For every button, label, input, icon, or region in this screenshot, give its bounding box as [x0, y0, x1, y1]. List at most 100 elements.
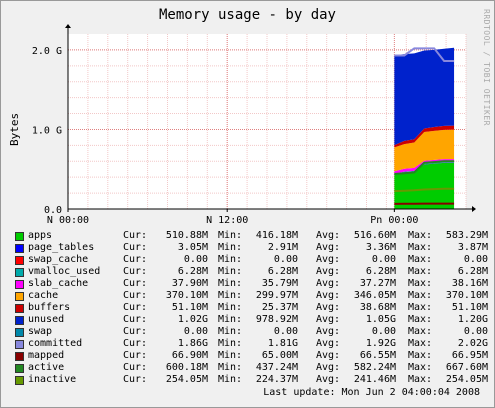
cur-value: 1.02G: [177, 314, 208, 325]
avg-value: 241.46M: [353, 374, 396, 385]
min-label: Min:: [218, 230, 243, 241]
min-value: 2.91M: [267, 242, 298, 253]
legend-name: active: [28, 362, 65, 373]
legend-name: swap: [28, 326, 53, 337]
min-label: Min:: [218, 254, 243, 265]
avg-value: 582.24M: [353, 362, 396, 373]
x-axis-arrow: [472, 206, 476, 212]
min-value: 224.37M: [255, 374, 298, 385]
max-label: Max:: [408, 230, 433, 241]
legend-swatch: [15, 316, 24, 325]
min-value: 65.00M: [261, 350, 298, 361]
min-label: Min:: [218, 266, 243, 277]
cur-label: Cur:: [123, 230, 148, 241]
legend-name: vmalloc_used: [28, 266, 101, 277]
min-value: 0.00: [273, 326, 298, 337]
cur-value: 37.90M: [171, 278, 208, 289]
cur-value: 600.18M: [165, 362, 208, 373]
min-value: 6.28M: [267, 266, 298, 277]
avg-value: 0.00: [371, 254, 396, 265]
max-label: Max:: [408, 254, 433, 265]
avg-label: Avg:: [316, 230, 341, 241]
plot-area: N 00:00 N 12:00 Pn 00:00 0.0 1.0 G 2.0 G: [32, 24, 476, 226]
max-value: 0.00: [463, 326, 488, 337]
avg-value: 1.05G: [365, 314, 396, 325]
last-update: Last update: Mon Jun 2 04:00:04 2008: [263, 387, 480, 398]
max-label: Max:: [408, 290, 433, 301]
legend-swatch: [15, 256, 24, 265]
avg-value: 3.36M: [365, 242, 396, 253]
min-value: 35.79M: [261, 278, 298, 289]
legend-name: buffers: [28, 302, 71, 313]
cur-value: 1.86G: [177, 338, 208, 349]
legend-swatch: [15, 328, 24, 337]
max-value: 51.10M: [451, 302, 488, 313]
avg-label: Avg:: [316, 362, 341, 373]
avg-value: 346.05M: [353, 290, 396, 301]
cur-value: 66.90M: [171, 350, 208, 361]
min-value: 1.81G: [267, 338, 298, 349]
cur-label: Cur:: [123, 290, 148, 301]
avg-value: 37.27M: [359, 278, 396, 289]
legend-row-swap: swap Cur: 0.00 Min: 0.00 Avg: 0.00 Max: 0.00: [13, 326, 491, 338]
legend-swatch: [15, 280, 24, 289]
legend-row-mapped: mapped Cur: 66.90M Min: 65.00M Avg: 66.55M Max:…: [13, 350, 491, 362]
min-label: Min:: [218, 326, 243, 337]
avg-label: Avg:: [316, 350, 341, 361]
avg-label: Avg:: [316, 374, 341, 385]
max-value: 1.20G: [457, 314, 488, 325]
avg-label: Avg:: [316, 254, 341, 265]
legend-row-inactive: inactive Cur: 254.05M Min: 224.37M Avg: 241.46…: [13, 374, 491, 386]
avg-label: Avg:: [316, 290, 341, 301]
max-label: Max:: [408, 338, 433, 349]
x-tick-label: N 12:00: [206, 215, 248, 226]
cur-label: Cur:: [123, 374, 148, 385]
legend-row-page-tables: page_tables Cur: 3.05M Min: 2.91M Avg: 3.36M Ma…: [13, 242, 491, 254]
cur-label: Cur:: [123, 338, 148, 349]
cur-label: Cur:: [123, 254, 148, 265]
min-label: Min:: [218, 338, 243, 349]
min-label: Min:: [218, 362, 243, 373]
legend-swatch: [15, 352, 24, 361]
cur-label: Cur:: [123, 350, 148, 361]
max-label: Max:: [408, 374, 433, 385]
max-value: 2.02G: [457, 338, 488, 349]
cur-value: 51.10M: [171, 302, 208, 313]
min-label: Min:: [218, 302, 243, 313]
min-label: Min:: [218, 290, 243, 301]
max-value: 38.16M: [451, 278, 488, 289]
avg-label: Avg:: [316, 338, 341, 349]
legend-row-slab-cache: slab_cache Cur: 37.90M Min: 35.79M Avg: 37.27M…: [13, 278, 491, 290]
max-value: 583.29M: [445, 230, 488, 241]
max-label: Max:: [408, 314, 433, 325]
y-tick-label: 2.0 G: [32, 46, 62, 57]
legend-name: apps: [28, 230, 53, 241]
legend-name: swap_cache: [28, 254, 89, 265]
avg-label: Avg:: [316, 266, 341, 277]
cur-value: 0.00: [183, 326, 208, 337]
min-label: Min:: [218, 374, 243, 385]
avg-label: Avg:: [316, 314, 341, 325]
legend-row-vmalloc-used: vmalloc_used Cur: 6.28M Min: 6.28M Avg: 6.28M M…: [13, 266, 491, 278]
graph-frame: Memory usage - by day RRDTOOL / TOBI OET…: [0, 0, 495, 408]
legend-swatch: [15, 304, 24, 313]
max-label: Max:: [408, 362, 433, 373]
avg-value: 516.60M: [353, 230, 396, 241]
max-label: Max:: [408, 278, 433, 289]
legend-row-committed: committed Cur: 1.86G Min: 1.81G Avg: 1.92G Max:…: [13, 338, 491, 350]
min-label: Min:: [218, 242, 243, 253]
max-value: 3.87M: [457, 242, 488, 253]
legend-swatch: [15, 292, 24, 301]
avg-label: Avg:: [316, 302, 341, 313]
cur-value: 510.88M: [165, 230, 208, 241]
legend-swatch: [15, 364, 24, 373]
cur-label: Cur:: [123, 314, 148, 325]
max-label: Max:: [408, 326, 433, 337]
legend-name: inactive: [28, 374, 77, 385]
min-label: Min:: [218, 314, 243, 325]
legend-swatch: [15, 232, 24, 241]
max-value: 370.10M: [445, 290, 488, 301]
legend-swatch: [15, 340, 24, 349]
min-value: 25.37M: [261, 302, 298, 313]
avg-value: 38.68M: [359, 302, 396, 313]
